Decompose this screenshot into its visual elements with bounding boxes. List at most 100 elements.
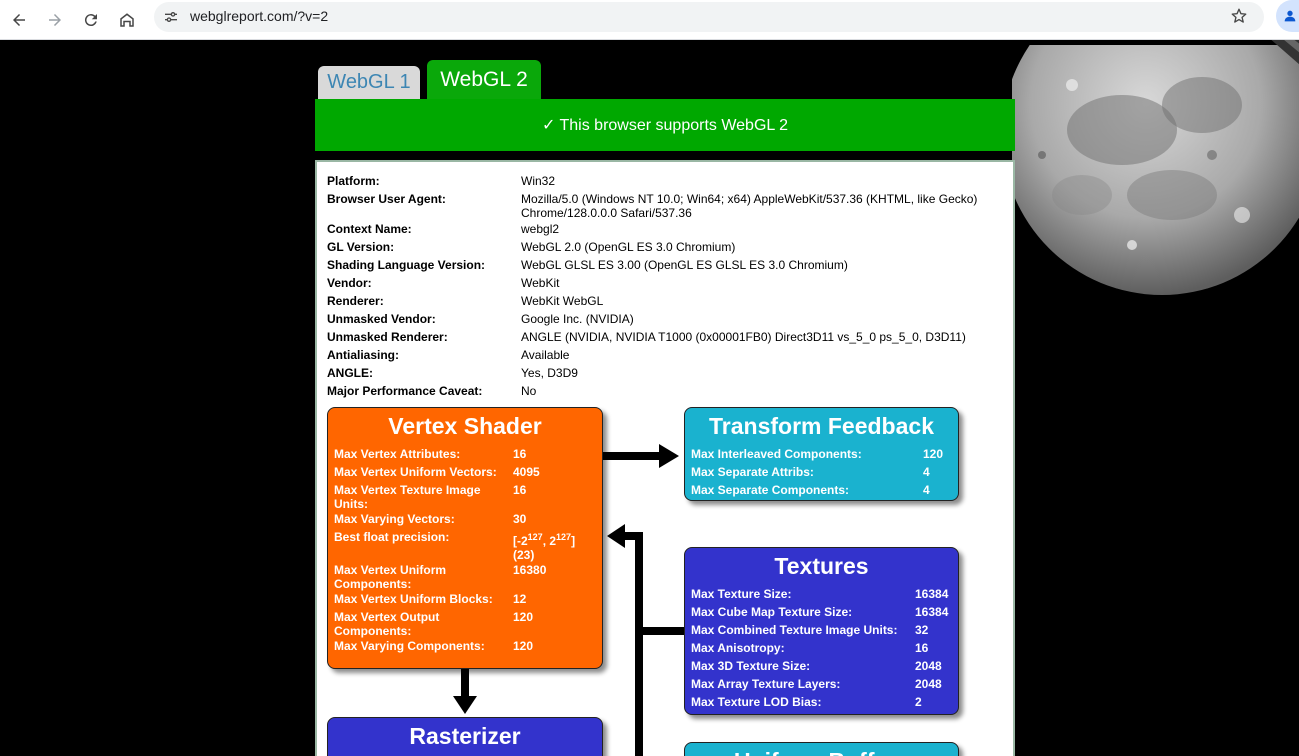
stat-row: Max Vertex Uniform Vectors: 4095: [334, 464, 596, 482]
tab-webgl2[interactable]: WebGL 2: [427, 60, 541, 99]
stat-value: 16384: [915, 605, 949, 619]
stat-row: Max Anisotropy: 16: [691, 640, 952, 658]
transform-feedback-box: Transform Feedback Max Interleaved Compo…: [684, 407, 959, 501]
arrow-head: [607, 524, 625, 548]
stat-row: Max Cube Map Texture Size: 16384: [691, 604, 952, 622]
box-title: Rasterizer: [409, 723, 521, 749]
stat-key: Max 3D Texture Size:: [691, 659, 811, 673]
info-value: Google Inc. (NVIDIA): [521, 312, 634, 326]
info-value: ANGLE (NVIDIA, NVIDIA T1000 (0x00001FB0)…: [521, 330, 966, 344]
precision-part: , 2: [542, 534, 557, 548]
stat-key: Max Varying Vectors:: [334, 512, 455, 526]
forward-icon[interactable]: [41, 6, 69, 34]
stat-value: 4095: [513, 465, 540, 479]
info-value: Yes, D3D9: [521, 366, 578, 380]
reload-icon[interactable]: [77, 6, 105, 34]
info-table: Platform: Win32 Browser User Agent: Mozill…: [327, 172, 1007, 400]
rasterizer-box: Rasterizer: [327, 717, 603, 756]
info-row: Unmasked Vendor: Google Inc. (NVIDIA): [327, 310, 1007, 328]
info-key: Major Performance Caveat:: [327, 384, 483, 398]
back-icon[interactable]: [5, 6, 33, 34]
profile-icon[interactable]: [1276, 0, 1299, 32]
support-banner-text: ✓ This browser supports WebGL 2: [541, 117, 789, 134]
precision-bits: (23): [513, 548, 535, 562]
stat-key: Max Texture Size:: [691, 587, 792, 601]
stat-value: 30: [513, 512, 527, 526]
stat-row: Max Varying Components: 120: [334, 638, 596, 656]
bookmark-star-icon[interactable]: [1230, 7, 1250, 27]
address-bar[interactable]: webglreport.com/?v=2: [154, 2, 1264, 32]
box-title: Textures: [774, 553, 869, 579]
stat-value: 16384: [915, 587, 949, 601]
info-row: GL Version: WebGL 2.0 (OpenGL ES 3.0 Chro…: [327, 238, 1007, 256]
tab-webgl1[interactable]: WebGL 1: [318, 66, 420, 99]
box-title: Vertex Shader: [388, 413, 542, 439]
stat-row: Max Varying Vectors: 30: [334, 511, 596, 529]
stat-key: Max Vertex Uniform Blocks:: [334, 592, 493, 606]
info-row: Shading Language Version: WebGL GLSL ES 3…: [327, 256, 1007, 274]
stat-row: Max Vertex Uniform Components: 16380: [334, 562, 596, 591]
url-text[interactable]: webglreport.com/?v=2: [190, 8, 328, 24]
vertex-shader-box: Vertex Shader Max Vertex Attributes: 16 M…: [327, 407, 603, 669]
info-row: Renderer: WebKit WebGL: [327, 292, 1007, 310]
info-value: Win32: [521, 174, 556, 188]
info-key: Unmasked Vendor:: [327, 312, 436, 326]
stat-value: 16: [513, 483, 527, 497]
info-key: Context Name:: [327, 222, 412, 236]
stat-row: Max Separate Attribs: 4: [691, 464, 952, 482]
stat-key: Max Varying Components:: [334, 639, 485, 653]
stat-value: 120: [513, 639, 534, 653]
info-row: Context Name: webgl2: [327, 220, 1007, 238]
stat-value: 32: [915, 623, 929, 637]
stat-key: Max Vertex Attributes:: [334, 447, 461, 461]
uniform-buffers-box: Uniform Buffers: [684, 742, 959, 756]
info-value: No: [521, 384, 537, 398]
stat-row: Max Vertex Uniform Blocks: 12: [334, 591, 596, 609]
stat-key: Max Texture LOD Bias:: [691, 695, 822, 709]
stat-row: Max Texture LOD Bias: 2: [691, 694, 952, 712]
info-key: Unmasked Renderer:: [327, 330, 448, 344]
stat-row: Max Vertex Output Components: 120: [334, 609, 596, 638]
stat-row: Max Vertex Texture Image Units: 16: [334, 482, 596, 511]
info-value: webgl2: [521, 222, 560, 236]
stat-key: Max Vertex Texture Image Units:: [334, 483, 481, 511]
stat-key: Best float precision:: [334, 530, 450, 544]
stat-value: 16: [915, 641, 929, 655]
info-key: Shading Language Version:: [327, 258, 486, 272]
stat-value: 120: [513, 610, 534, 624]
stat-key: Max Separate Attribs:: [691, 465, 814, 479]
info-value: Mozilla/5.0 (Windows NT 10.0; Win64; x64…: [521, 192, 978, 220]
stat-row: Max Combined Texture Image Units: 32: [691, 622, 952, 640]
home-icon[interactable]: [113, 6, 141, 34]
browser-toolbar: webglreport.com/?v=2: [0, 0, 1299, 40]
info-value: WebGL 2.0 (OpenGL ES 3.0 Chromium): [521, 240, 736, 254]
stat-key: Max Vertex Output Components:: [334, 610, 440, 638]
info-key: GL Version:: [327, 240, 395, 254]
report-panel: Platform: Win32 Browser User Agent: Mozill…: [315, 160, 1015, 756]
info-value: WebKit WebGL: [521, 294, 604, 308]
stat-value: 120: [923, 447, 944, 461]
info-row: Platform: Win32: [327, 172, 1007, 190]
stat-key: Max Anisotropy:: [691, 641, 785, 655]
stat-key: Max Vertex Uniform Components:: [334, 563, 447, 591]
stat-key: Max Array Texture Layers:: [691, 677, 841, 691]
box-title: Transform Feedback: [709, 413, 934, 439]
info-value: Available: [521, 348, 570, 362]
precision-exponent: 127: [556, 532, 572, 542]
info-row: Major Performance Caveat: No: [327, 382, 1007, 400]
precision-part: ]: [571, 534, 576, 548]
info-row: Vendor: WebKit: [327, 274, 1007, 292]
stat-row: Max 3D Texture Size: 2048: [691, 658, 952, 676]
precision-part: [-2: [513, 534, 528, 548]
github-ribbon-icon[interactable]: [1250, 40, 1299, 70]
stat-value: 4: [923, 465, 930, 479]
stat-row: Max Interleaved Components: 120: [691, 446, 952, 464]
arrow-head: [659, 444, 679, 468]
arrow-head: [453, 696, 477, 714]
info-key: Vendor:: [327, 276, 372, 290]
info-key: Antialiasing:: [327, 348, 400, 362]
site-info-icon[interactable]: [162, 8, 180, 26]
stat-key: Max Cube Map Texture Size:: [691, 605, 853, 619]
moon-image: [1012, 45, 1299, 295]
stat-row: Max Array Texture Layers: 2048: [691, 676, 952, 694]
